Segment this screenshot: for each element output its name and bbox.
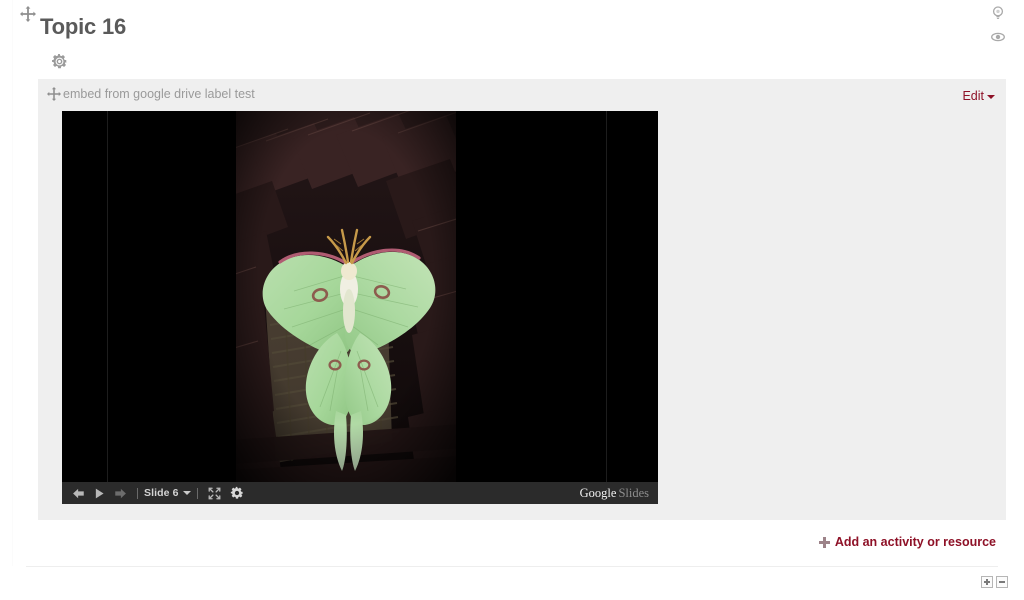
brand-slides: Slides xyxy=(618,485,649,500)
slide-stage[interactable] xyxy=(62,111,658,482)
control-separator-2 xyxy=(196,487,198,499)
slide-selector-label: Slide 6 xyxy=(144,487,179,499)
google-slides-brand: Google Slides xyxy=(580,487,649,500)
move-crosshair-icon[interactable] xyxy=(47,87,61,101)
control-separator-1 xyxy=(137,487,138,499)
gear-icon[interactable] xyxy=(226,482,248,504)
activity-header: embed from google drive label test Edit xyxy=(38,79,1006,108)
activity-block: embed from google drive label test Edit xyxy=(38,79,1006,520)
edit-menu-label: Edit xyxy=(962,89,984,103)
gear-icon[interactable] xyxy=(51,53,68,70)
chevron-down-icon xyxy=(182,491,191,496)
section-toggle-group xyxy=(981,576,1008,588)
chevron-down-icon xyxy=(987,94,995,99)
lightbulb-icon[interactable] xyxy=(990,5,1006,21)
footer-divider xyxy=(26,566,998,567)
edit-menu-button[interactable]: Edit xyxy=(962,89,995,103)
topic-control-icons xyxy=(988,5,1008,45)
minus-box-icon[interactable] xyxy=(996,576,1008,588)
slide-image-luna-moth xyxy=(236,111,456,482)
slide-edge-line-left xyxy=(107,111,108,482)
brand-google: Google xyxy=(579,485,617,500)
google-slides-embed[interactable]: Slide 6 Google Slides xyxy=(62,111,658,504)
eye-icon[interactable] xyxy=(990,29,1006,45)
page-title: Topic 16 xyxy=(40,14,127,39)
plus-box-icon[interactable] xyxy=(981,576,993,588)
play-icon[interactable] xyxy=(89,482,110,504)
slide-selector[interactable]: Slide 6 xyxy=(144,487,191,499)
add-activity-or-resource-button[interactable]: Add an activity or resource xyxy=(818,535,996,549)
left-rail-divider xyxy=(12,0,13,566)
slide-edge-line-right xyxy=(606,111,607,482)
fullscreen-icon[interactable] xyxy=(204,482,226,504)
add-activity-label: Add an activity or resource xyxy=(834,535,996,549)
arrow-right-icon[interactable] xyxy=(110,482,131,504)
arrow-left-icon[interactable] xyxy=(68,482,89,504)
plus-icon xyxy=(818,536,830,548)
slides-player-controls: Slide 6 Google Slides xyxy=(62,482,658,504)
topic-move-handle[interactable] xyxy=(20,6,38,24)
activity-label: embed from google drive label test xyxy=(63,87,255,101)
